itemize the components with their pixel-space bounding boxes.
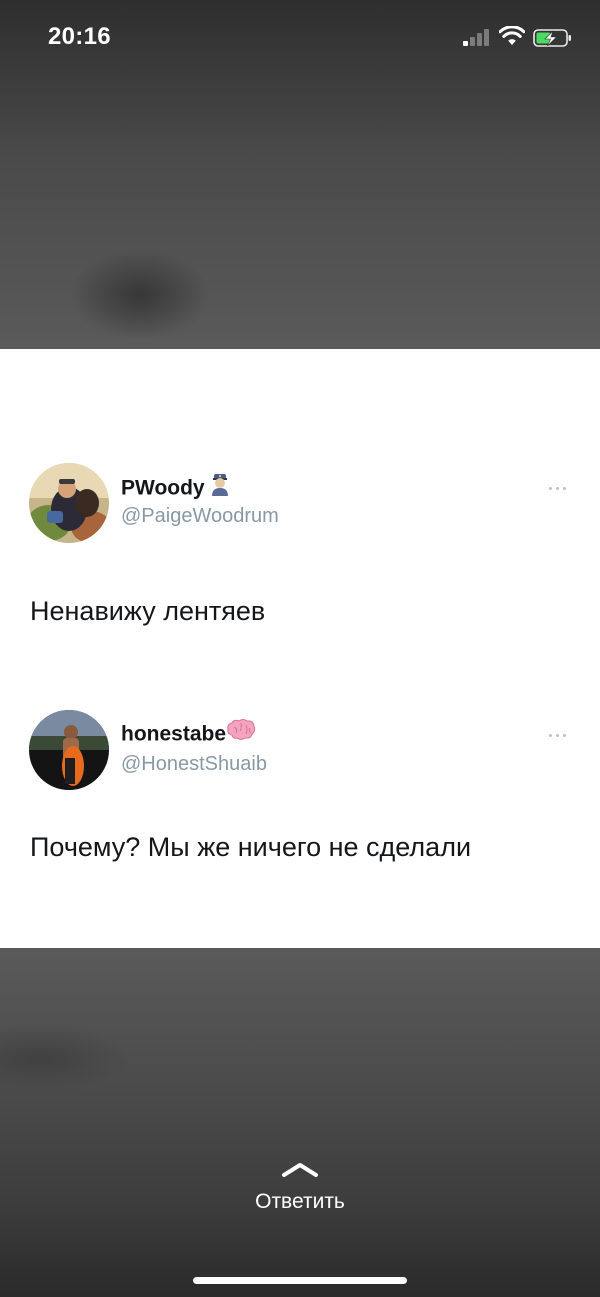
police-officer-emoji-icon: [208, 472, 232, 502]
blurred-background-bottom: [0, 948, 600, 1297]
display-name[interactable]: PWoody: [121, 474, 232, 504]
tweet-text: Ненавижу лентяев: [30, 596, 266, 626]
avatar[interactable]: [29, 463, 109, 543]
status-bar: 20:16: [0, 0, 600, 80]
status-time: 20:16: [48, 23, 111, 50]
handle[interactable]: @PaigeWoodrum: [121, 505, 279, 528]
tweet-card: PWoody @PaigeWoodrum Ненавижу лентяев ho…: [0, 349, 600, 948]
home-indicator[interactable]: [193, 1277, 407, 1284]
tweet-text: Почему? Мы же ничего не сделали: [30, 832, 472, 862]
more-options-icon[interactable]: [546, 732, 570, 740]
reply-button[interactable]: Ответить: [230, 1160, 370, 1220]
brain-emoji-icon: [226, 719, 256, 747]
reply-label: Ответить: [255, 1190, 345, 1213]
avatar[interactable]: [29, 710, 109, 790]
wifi-icon: [499, 26, 525, 45]
display-name[interactable]: honestabe: [121, 719, 256, 749]
battery-charging-icon: [533, 29, 571, 47]
more-options-icon[interactable]: [546, 485, 570, 493]
chevron-up-icon: [282, 1163, 318, 1177]
handle[interactable]: @HonestShuaib: [121, 753, 267, 776]
cellular-signal-icon: [463, 28, 491, 46]
